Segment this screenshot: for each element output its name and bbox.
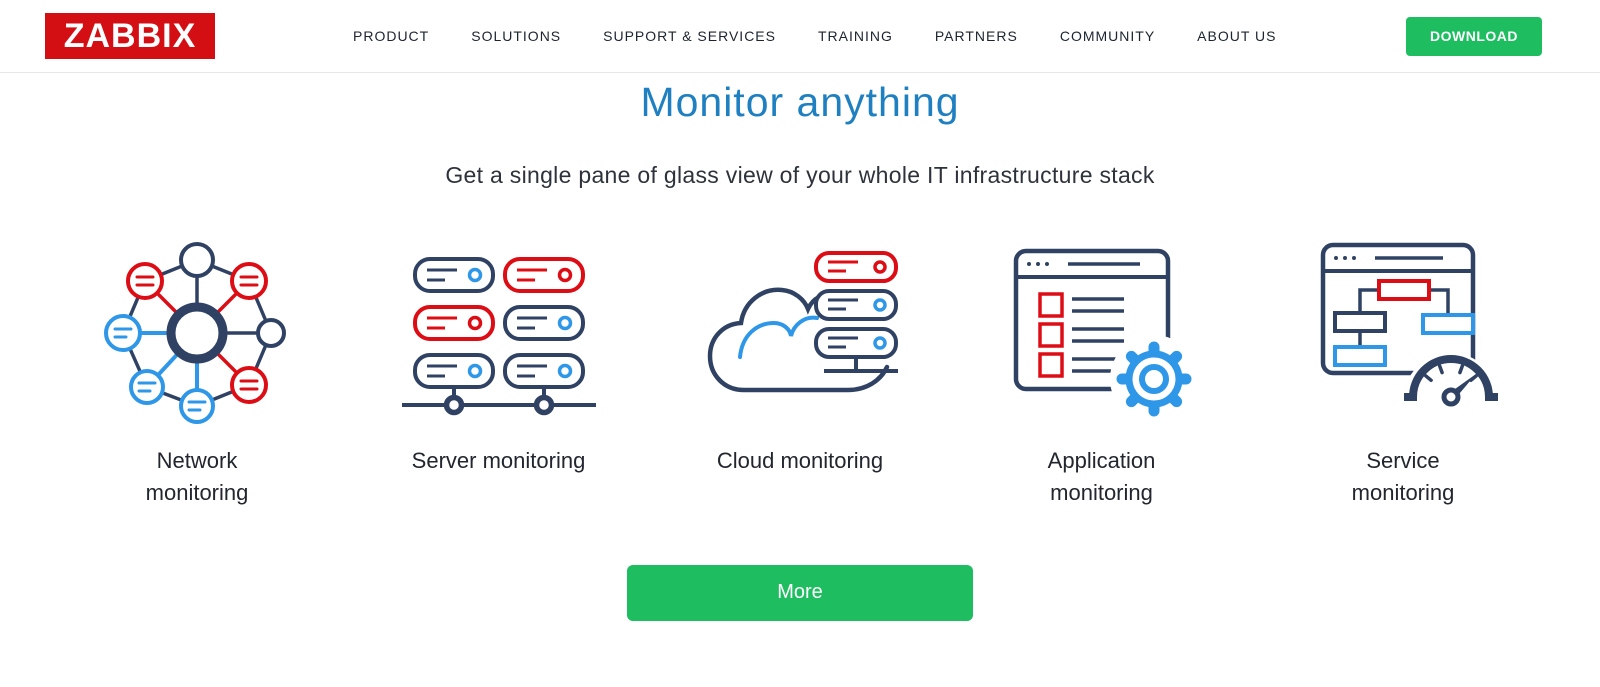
nav-item-community[interactable]: COMMUNITY [1060, 28, 1155, 44]
feature-label: Network monitoring [145, 448, 249, 505]
more-button[interactable]: More [627, 564, 973, 621]
download-button[interactable]: DOWNLOAD [1406, 16, 1542, 56]
feature-card-service-monitoring[interactable]: Service monitoring [1294, 229, 1512, 509]
feature-label: Service monitoring [1351, 448, 1455, 505]
zabbix-logo[interactable]: ZABBIX [45, 13, 215, 59]
application-monitoring-icon [1013, 248, 1198, 423]
monitor-anything-section: Monitor anything Get a single pane of gl… [0, 79, 1600, 621]
nav-item-about-us[interactable]: ABOUT US [1197, 28, 1276, 44]
nav-item-partners[interactable]: PARTNERS [935, 28, 1018, 44]
service-monitoring-icon [1320, 242, 1499, 407]
nav-item-training[interactable]: TRAINING [818, 28, 893, 44]
nav-item-solutions[interactable]: SOLUTIONS [471, 28, 561, 44]
main-nav: PRODUCT SOLUTIONS SUPPORT & SERVICES TRA… [353, 28, 1276, 44]
feature-card-cloud-monitoring[interactable]: Cloud monitoring [691, 229, 909, 509]
feature-card-server-monitoring[interactable]: Server monitoring [390, 229, 608, 509]
nav-item-product[interactable]: PRODUCT [353, 28, 429, 44]
top-nav: ZABBIX PRODUCT SOLUTIONS SUPPORT & SERVI… [0, 0, 1600, 73]
feature-label: Application monitoring [1047, 448, 1156, 505]
server-monitoring-icon [401, 257, 596, 416]
page-subtitle: Get a single pane of glass view of your … [445, 162, 1155, 188]
feature-card-network-monitoring[interactable]: Network monitoring [88, 229, 306, 509]
feature-label: Server monitoring [411, 448, 586, 473]
network-monitoring-icon [104, 242, 286, 424]
feature-card-application-monitoring[interactable]: Application monitoring [993, 229, 1211, 509]
cloud-monitoring-icon [707, 251, 898, 393]
gear-icon [1109, 335, 1198, 423]
nav-item-support-services[interactable]: SUPPORT & SERVICES [603, 28, 776, 44]
feature-label: Cloud monitoring [716, 448, 884, 473]
feature-row: Network monitoring Server monitoring Clo… [0, 229, 1600, 509]
page-title: Monitor anything [640, 79, 960, 125]
gauge-icon [1403, 353, 1499, 407]
